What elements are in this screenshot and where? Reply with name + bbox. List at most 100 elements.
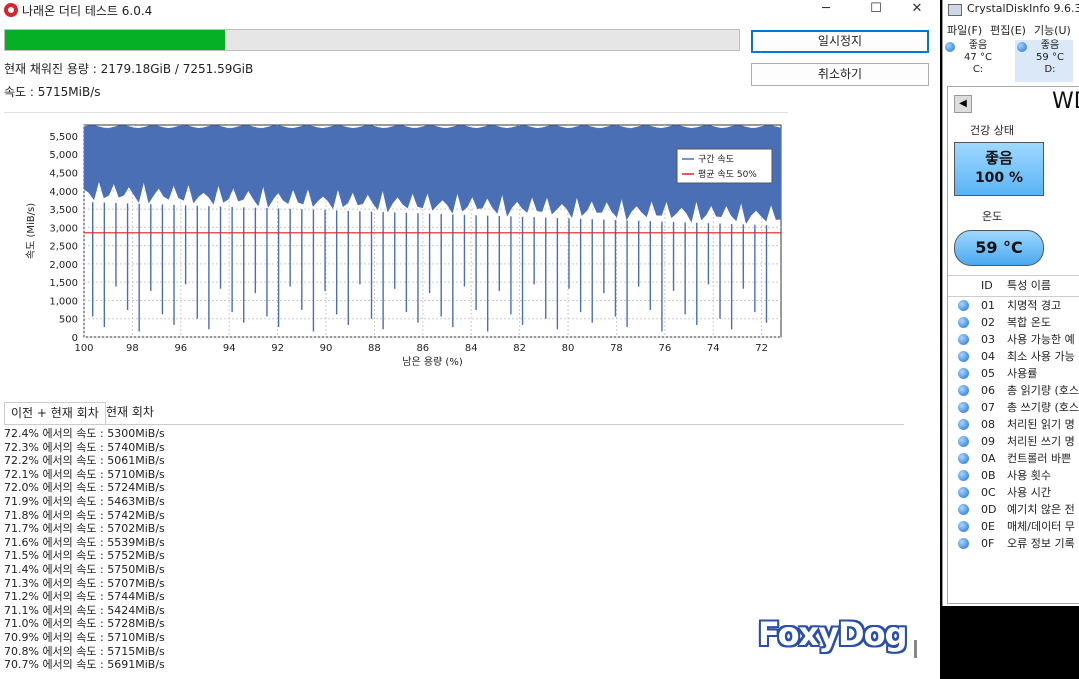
log-line: 71.2% 에서의 속도 : 5744MiB/s [4,590,165,604]
attribute-name: 매체/데이터 무 [1007,520,1075,533]
y-tick-label: 2,000 [49,260,78,271]
log-line: 72.2% 에서의 속도 : 5061MiB/s [4,454,165,468]
attribute-name: 총 읽기량 (호스 [1007,384,1079,397]
speed-chart: 05001,0001,5002,0002,5003,0003,5004,0004… [25,124,782,368]
x-tick-label: 100 [74,343,93,354]
attribute-id: 07 [981,401,995,414]
table-row[interactable]: 0D 예기치 않은 전 [948,501,1079,518]
table-row[interactable]: 0A 컨트롤러 바쁜 [948,450,1079,467]
table-row[interactable]: 05 사용률 [948,365,1079,382]
drive-d-tab[interactable]: 좋음 59 °C D: [1015,40,1073,82]
status-dot-icon [958,470,969,481]
drive-c-temp: 47 °C [964,52,992,63]
cancel-button[interactable]: 취소하기 [751,63,929,86]
y-tick-label: 5,500 [49,132,78,143]
health-status: 좋음 [985,149,1013,167]
y-tick-label: 4,000 [49,187,78,198]
status-dot-icon [958,521,969,532]
attribute-name: 복합 온도 [1007,316,1051,329]
table-row[interactable]: 09 처리된 쓰기 명 [948,433,1079,450]
tab-all-rounds[interactable]: 이전 + 현재 회차 [4,402,106,425]
table-row[interactable]: 0B 사용 횟수 [948,467,1079,484]
health-percent: 100 % [974,170,1024,186]
temperature-badge: 59 °C [954,230,1044,266]
x-tick-label: 94 [223,343,236,354]
table-row[interactable]: 04 최소 사용 가능 [948,348,1079,365]
pause-button[interactable]: 일시정지 [751,30,929,53]
dirty-test-window: 나래온 더티 테스트 6.0.4 ─ ☐ ✕ 현재 채워진 용량 : 2179.… [0,0,940,679]
x-tick-label: 82 [513,343,526,354]
minimize-button[interactable]: ─ [803,0,849,22]
speed-text: 속도 : 5715MiB/s [4,85,101,99]
log-scrollbar[interactable] [914,640,917,658]
close-button[interactable]: ✕ [894,0,940,22]
maximize-button[interactable]: ☐ [853,0,899,22]
attribute-name: 사용 횟수 [1007,469,1051,482]
table-row[interactable]: 06 총 읽기량 (호스 [948,382,1079,399]
crystaldiskinfo-logo-icon [948,4,962,16]
log-line: 71.4% 에서의 속도 : 5750MiB/s [4,562,165,576]
status-dot-icon [958,419,969,430]
speed-chart-panel: 0 500 1,000 1,500 2,000 2,500 3,000 3,500 4,000 4… [4,112,788,383]
drive-c-tab[interactable]: 좋음 47 °C C: [943,40,1001,82]
smart-attribute-table: ID 특성 이름 01 치명적 경고 02 복합 온도 03 사용 가능한 예 04 최소 사… [948,275,1079,552]
log-line: 72.4% 에서의 속도 : 5300MiB/s [4,427,165,440]
y-tick-label: 500 [59,315,78,326]
attribute-id: 0C [981,486,996,499]
attribute-id: 05 [981,367,995,380]
x-axis-label: 남은 용량 (%) [402,356,463,368]
table-row[interactable]: 07 총 쓰기량 (호스 [948,399,1079,416]
attribute-id: 08 [981,418,995,431]
drive-d-letter: D: [1044,64,1056,75]
x-tick-label: 92 [271,343,284,354]
table-row[interactable]: 01 치명적 경고 [948,297,1079,314]
x-tick-label: 80 [562,343,575,354]
tab-current-round[interactable]: 현재 회차 [100,402,160,424]
health-label: 건강 상태 [970,124,1014,137]
menu-edit[interactable]: 편집(E) [990,24,1026,37]
x-tick-label: 90 [320,343,333,354]
attribute-name: 컨트롤러 바쁜 [1007,452,1072,465]
log-line: 71.8% 에서의 속도 : 5742MiB/s [4,508,165,522]
table-row[interactable]: 08 처리된 읽기 명 [948,416,1079,433]
log-line: 72.0% 에서의 속도 : 5724MiB/s [4,481,165,495]
table-row[interactable]: 03 사용 가능한 예 [948,331,1079,348]
x-tick-label: 98 [126,343,139,354]
y-axis-label: 속도 (MiB/s) [25,203,37,259]
attribute-name: 오류 정보 기록 [1007,537,1075,550]
attribute-name: 예기치 않은 전 [1007,503,1075,516]
attribute-name: 최소 사용 가능 [1007,350,1075,363]
attribute-id: 0B [981,469,996,482]
status-dot-icon [958,334,969,345]
status-dot-icon [958,504,969,515]
capacity-text: 현재 채워진 용량 : 2179.18GiB / 7251.59GiB [4,62,254,76]
window-title: 나래온 더티 테스트 6.0.4 [22,4,153,18]
legend-label-average: 평균 속도 50% [698,169,757,180]
attribute-id: 03 [981,333,995,346]
y-tick-label: 1,000 [49,296,78,307]
table-row[interactable]: 02 복합 온도 [948,314,1079,331]
menu-file[interactable]: 파일(F) [947,24,982,37]
cdi-menu-bar: 파일(F) 편집(E) 기능(U) [947,22,1079,38]
status-dot-icon [958,368,969,379]
attribute-id: 02 [981,316,995,329]
temperature-label: 온도 [982,210,1003,223]
status-dot-icon [958,436,969,447]
status-dot-icon [958,487,969,498]
menu-function[interactable]: 기능(U) [1034,24,1071,37]
attribute-id: 01 [981,299,995,312]
table-row[interactable]: 0F 오류 정보 기록 [948,535,1079,552]
attribute-id: 06 [981,384,995,397]
attribute-name: 처리된 읽기 명 [1007,418,1075,431]
attribute-name: 치명적 경고 [1007,299,1062,312]
previous-drive-button[interactable]: ◀ [954,95,972,113]
log-line: 71.9% 에서의 속도 : 5463MiB/s [4,494,165,508]
y-tick-label: 4,500 [49,169,78,180]
status-dot-icon [958,317,969,328]
column-id: ID [981,279,993,292]
table-row[interactable]: 0E 매체/데이터 무 [948,518,1079,535]
attribute-id: 0D [981,503,997,516]
attribute-id: 0A [981,452,996,465]
table-row[interactable]: 0C 사용 시간 [948,484,1079,501]
log-line: 72.3% 에서의 속도 : 5740MiB/s [4,440,165,454]
